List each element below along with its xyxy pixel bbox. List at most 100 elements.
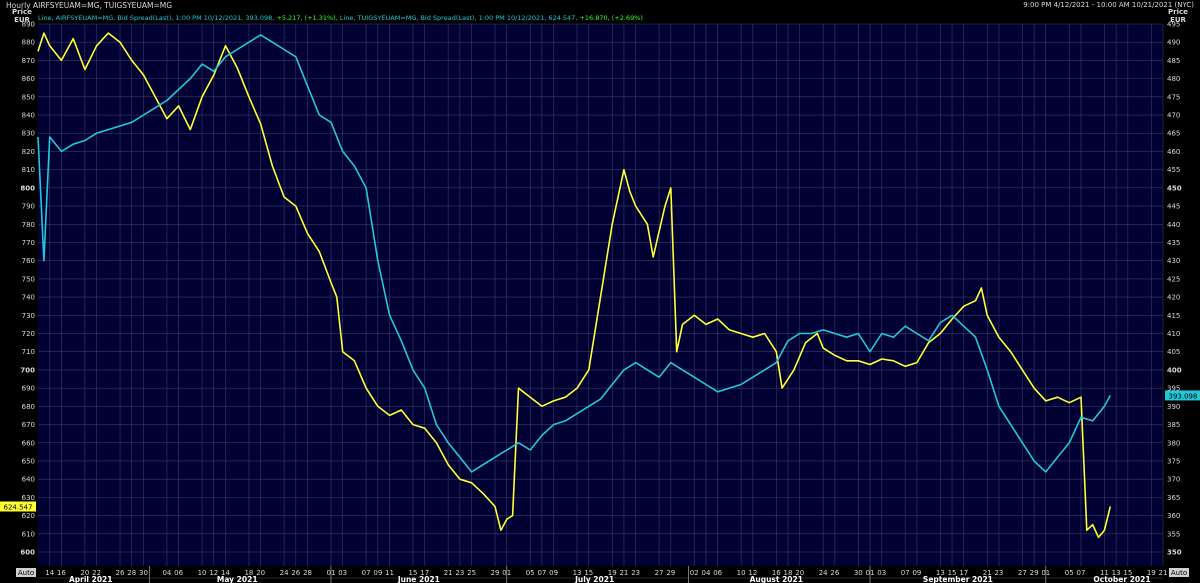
- left-axis-tick: 830: [22, 130, 35, 138]
- x-axis-tick: 14: [45, 569, 54, 577]
- left-axis-tick: 660: [22, 439, 35, 447]
- right-axis-tick: 480: [1167, 75, 1180, 83]
- x-axis-tick: 29: [666, 569, 675, 577]
- left-axis-tick: 610: [22, 530, 35, 538]
- right-axis-tick: 415: [1167, 312, 1180, 320]
- x-axis-tick: 28: [303, 569, 312, 577]
- right-axis-tick: 470: [1167, 112, 1180, 120]
- x-axis-tick: 30: [139, 569, 148, 577]
- left-axis-tick: 760: [22, 257, 35, 265]
- x-axis-tick: 16: [57, 569, 66, 577]
- x-axis-tick: 21: [1159, 569, 1168, 577]
- right-axis-tick: 360: [1167, 512, 1180, 520]
- x-axis-tick: 07: [362, 569, 371, 577]
- line-chart: 600 610 620 630 640 650 660 670 680 690 700 710 720 7…: [0, 8, 1200, 583]
- x-axis-tick: 11: [385, 569, 394, 577]
- left-axis-title: EUR: [14, 16, 30, 24]
- legend-series-2-change: +16.870, (+2.69%): [579, 14, 643, 22]
- x-axis-tick: 02: [690, 569, 699, 577]
- auto-label-left: Auto: [18, 569, 34, 577]
- left-axis-tick: 840: [22, 112, 35, 120]
- left-axis-tick: 800: [20, 184, 35, 192]
- right-axis-tick: 455: [1167, 166, 1180, 174]
- right-axis-tick: 375: [1167, 457, 1180, 465]
- x-axis-tick: 26: [830, 569, 839, 577]
- x-axis-tick: 03: [338, 569, 347, 577]
- right-axis-tick: 400: [1167, 366, 1182, 374]
- left-axis-tick: 750: [22, 275, 35, 283]
- left-axis-tick: 780: [22, 221, 35, 229]
- x-axis-tick: 04: [702, 569, 711, 577]
- left-axis-tick: 820: [22, 148, 35, 156]
- x-axis-tick: 21: [619, 569, 628, 577]
- last-value-label: 393.098: [1169, 392, 1198, 400]
- left-axis-tick: 770: [22, 239, 35, 247]
- x-axis-tick: 03: [877, 569, 886, 577]
- x-axis-tick: 06: [713, 569, 722, 577]
- legend: Line, AIRFSYEUAM=MG, Bid Spread(Last), 1…: [38, 14, 643, 22]
- right-axis-tick: 355: [1167, 530, 1180, 538]
- x-axis-month-label: June 2021: [397, 575, 440, 583]
- right-axis-tick: 365: [1167, 494, 1180, 502]
- x-axis-tick: 07: [901, 569, 910, 577]
- x-axis-tick: 09: [912, 569, 921, 577]
- left-axis-tick: 700: [20, 366, 35, 374]
- x-axis-tick: 29: [491, 569, 500, 577]
- legend-series-1: Line, AIRFSYEUAM=MG, Bid Spread(Last), 1…: [38, 14, 277, 22]
- right-axis-tick: 475: [1167, 93, 1180, 101]
- x-axis-month-label: October 2021: [1093, 575, 1150, 583]
- x-axis-month-label: August 2021: [750, 575, 803, 583]
- left-axis-tick: 710: [22, 348, 35, 356]
- left-axis-tick: 630: [22, 494, 35, 502]
- right-axis-tick: 465: [1167, 130, 1180, 138]
- left-axis-tick: 690: [22, 385, 35, 393]
- right-axis-tick: 405: [1167, 348, 1180, 356]
- left-axis-tick: 850: [22, 93, 35, 101]
- x-axis-tick: 23: [631, 569, 640, 577]
- legend-series-2: Line, TUIGSYEUAM=MG, Bid Spread(Last), 1…: [337, 14, 580, 22]
- left-axis-tick: 670: [22, 421, 35, 429]
- x-axis-tick: 27: [1018, 569, 1027, 577]
- right-axis-tick: 435: [1167, 239, 1180, 247]
- right-axis-tick: 390: [1167, 403, 1180, 411]
- right-axis-tick: 370: [1167, 476, 1180, 484]
- right-axis-tick: 420: [1167, 294, 1180, 302]
- x-axis-month-label: May 2021: [217, 575, 258, 583]
- left-axis-tick: 790: [22, 203, 35, 211]
- right-axis-tick: 380: [1167, 439, 1180, 447]
- legend-series-1-change: +5.217, (+1.31%),: [276, 14, 338, 22]
- x-axis-tick: 09: [373, 569, 382, 577]
- x-axis-tick: 05: [526, 569, 535, 577]
- x-axis-tick: 26: [116, 569, 125, 577]
- x-axis-tick: 25: [467, 569, 476, 577]
- left-axis-tick: 620: [22, 512, 35, 520]
- right-axis-title: EUR: [1170, 16, 1186, 24]
- right-axis-tick: 490: [1167, 39, 1180, 47]
- left-axis-tick: 880: [22, 39, 35, 47]
- right-axis-title: Price: [1168, 8, 1188, 16]
- left-axis-tick: 640: [22, 476, 35, 484]
- x-axis-tick: 27: [655, 569, 664, 577]
- auto-label-right: Auto: [1171, 569, 1187, 577]
- x-axis-tick: 09: [549, 569, 558, 577]
- left-axis-tick: 860: [22, 75, 35, 83]
- right-axis-tick: 430: [1167, 257, 1180, 265]
- x-axis-month-label: July 2021: [574, 575, 614, 583]
- x-axis-tick: 10: [737, 569, 746, 577]
- right-axis-tick: 385: [1167, 421, 1180, 429]
- x-axis-month-label: September 2021: [923, 575, 993, 583]
- right-axis-tick: 410: [1167, 330, 1180, 338]
- x-axis-tick: 07: [537, 569, 546, 577]
- right-axis-tick: 350: [1167, 549, 1182, 557]
- x-axis-tick: 29: [1030, 569, 1039, 577]
- x-axis-tick: 24: [819, 569, 828, 577]
- left-axis-tick: 870: [22, 57, 35, 65]
- right-axis-tick: 450: [1167, 184, 1182, 192]
- left-axis-title: Price: [12, 8, 32, 16]
- left-axis-tick: 680: [22, 403, 35, 411]
- right-axis-tick: 485: [1167, 57, 1180, 65]
- last-value-label: 624.547: [4, 503, 33, 511]
- left-axis-tick: 720: [22, 330, 35, 338]
- x-axis-tick: 10: [198, 569, 207, 577]
- left-axis-tick: 600: [20, 549, 35, 557]
